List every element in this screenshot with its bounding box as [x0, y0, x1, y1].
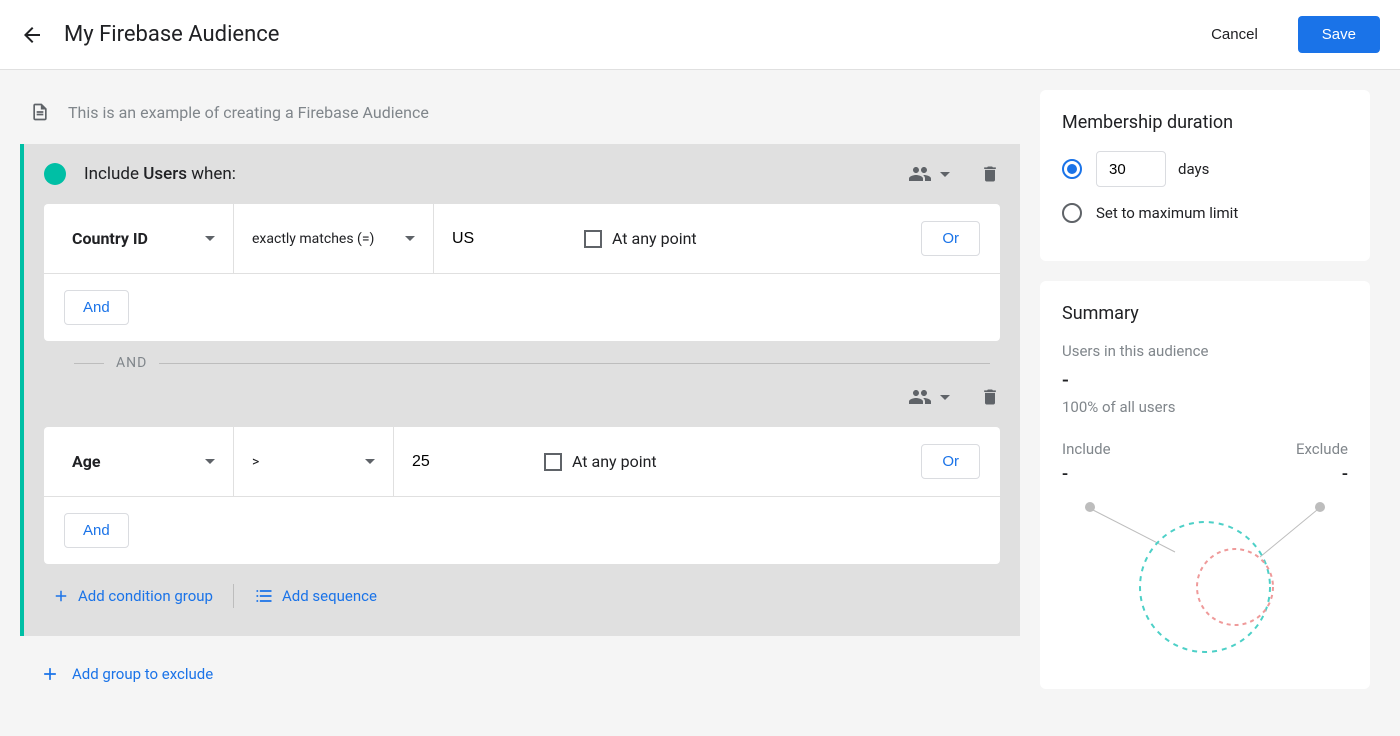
condition-row: Country ID exactly matches (=) At any po…: [44, 204, 1000, 274]
summary-subtitle: Users in this audience: [1062, 342, 1348, 360]
radio-icon: [1062, 203, 1082, 223]
chevron-down-icon: [205, 459, 215, 464]
and-button[interactable]: And: [64, 290, 129, 325]
include-group: Include Users when: Country ID: [20, 144, 1020, 636]
divider: [233, 584, 234, 608]
scope-dropdown[interactable]: [908, 385, 950, 409]
chevron-down-icon: [940, 395, 950, 400]
save-button[interactable]: Save: [1298, 16, 1380, 53]
at-any-point-checkbox[interactable]: At any point: [544, 452, 921, 471]
checkbox-icon: [584, 230, 602, 248]
value-input[interactable]: [434, 219, 564, 259]
chevron-down-icon: [205, 236, 215, 241]
include-value: -: [1062, 464, 1068, 485]
add-exclude-group-button[interactable]: Add group to exclude: [20, 636, 1020, 684]
exclude-label: Exclude: [1296, 440, 1348, 458]
exclude-value: -: [1342, 464, 1348, 485]
audience-description[interactable]: This is an example of creating a Firebas…: [68, 103, 429, 122]
cancel-button[interactable]: Cancel: [1191, 18, 1278, 51]
plus-icon: [40, 664, 60, 684]
people-icon: [908, 162, 932, 186]
chevron-down-icon: [405, 236, 415, 241]
or-button[interactable]: Or: [921, 444, 980, 479]
field-select[interactable]: Age: [54, 427, 234, 496]
and-divider: AND: [24, 341, 1020, 385]
or-button[interactable]: Or: [921, 221, 980, 256]
summary-percent: 100% of all users: [1062, 398, 1348, 416]
at-any-point-checkbox[interactable]: At any point: [584, 229, 921, 248]
operator-select[interactable]: >: [234, 427, 394, 496]
membership-duration-card: Membership duration days Set to maximum …: [1040, 90, 1370, 261]
days-input[interactable]: [1096, 151, 1166, 187]
add-sequence-button[interactable]: Add sequence: [254, 586, 377, 606]
include-label: Include: [1062, 440, 1111, 458]
duration-days-option[interactable]: days: [1062, 151, 1348, 187]
checkbox-icon: [544, 453, 562, 471]
add-condition-group-button[interactable]: Add condition group: [52, 587, 213, 605]
delete-group-icon[interactable]: [980, 164, 1000, 184]
sequence-icon: [254, 586, 274, 606]
operator-select[interactable]: exactly matches (=): [234, 204, 434, 273]
condition-card-1: Country ID exactly matches (=) At any po…: [44, 204, 1000, 341]
page-header: My Firebase Audience Cancel Save: [0, 0, 1400, 70]
condition-row: Age > At any point Or: [44, 427, 1000, 497]
summary-card: Summary Users in this audience - 100% of…: [1040, 281, 1370, 689]
page-title: My Firebase Audience: [64, 22, 1191, 47]
description-row: This is an example of creating a Firebas…: [20, 90, 1020, 144]
document-icon: [30, 100, 50, 124]
include-label: Include Users when:: [84, 164, 908, 184]
duration-max-option[interactable]: Set to maximum limit: [1062, 203, 1348, 223]
value-input[interactable]: [394, 442, 524, 482]
chevron-down-icon: [365, 459, 375, 464]
back-arrow-icon[interactable]: [20, 23, 44, 47]
field-select[interactable]: Country ID: [54, 204, 234, 273]
and-button[interactable]: And: [64, 513, 129, 548]
membership-title: Membership duration: [1062, 112, 1348, 133]
include-header: Include Users when:: [24, 144, 1020, 204]
venn-diagram: [1062, 497, 1348, 667]
condition-2-header: [24, 385, 1020, 427]
condition-card-2: Age > At any point Or And: [44, 427, 1000, 564]
include-indicator-icon: [44, 163, 66, 185]
people-icon: [908, 385, 932, 409]
chevron-down-icon: [940, 172, 950, 177]
summary-count: -: [1062, 368, 1348, 392]
scope-dropdown[interactable]: [908, 162, 950, 186]
plus-icon: [52, 587, 70, 605]
add-actions-row: Add condition group Add sequence: [24, 564, 1020, 628]
radio-selected-icon: [1062, 159, 1082, 179]
summary-title: Summary: [1062, 303, 1348, 324]
delete-group-icon[interactable]: [980, 387, 1000, 407]
